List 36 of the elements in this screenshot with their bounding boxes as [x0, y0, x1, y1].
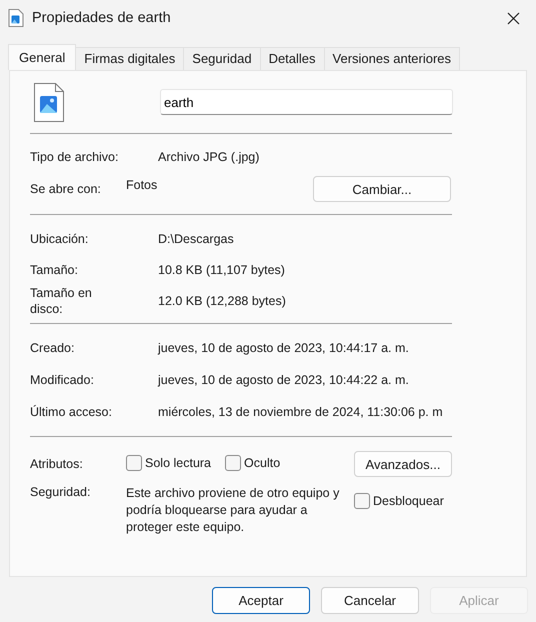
field-value: D:\Descargas [158, 232, 234, 246]
field-value: 12.0 KB (12,288 bytes) [158, 294, 286, 308]
dialog-button[interactable]: Aceptar [212, 587, 310, 614]
checkbox[interactable] [126, 454, 142, 470]
field-value: jueves, 10 de agosto de 2023, 10:44:17 a. m. [158, 341, 409, 355]
file-name-field[interactable]: earth [160, 89, 453, 115]
image-file-icon [34, 82, 64, 122]
field-label: Tamaño: [30, 262, 79, 278]
field-value: Fotos [126, 177, 158, 192]
advanced-button[interactable]: Avanzados... [354, 451, 452, 477]
checkbox[interactable] [225, 454, 242, 470]
tab[interactable]: General [8, 44, 76, 70]
window-title: Propiedades de earth [32, 10, 172, 26]
field-label: Último acceso: [30, 405, 113, 419]
checkbox[interactable] [354, 493, 370, 509]
field-label: Seguridad: [30, 485, 92, 499]
field-label: Creado: [30, 341, 76, 355]
field-label: Modificado: [30, 373, 95, 387]
checkbox-label[interactable]: Solo lectura [145, 456, 212, 470]
close-icon[interactable] [506, 12, 520, 24]
dialog-button[interactable]: Cancelar [321, 587, 419, 614]
field-value: Archivo JPG (.jpg) [158, 150, 260, 164]
field-label: Atributos: [30, 457, 84, 471]
field-label: Tamaño en disco: [30, 285, 93, 317]
tab[interactable]: Versiones anteriores [324, 47, 460, 70]
image-file-icon [8, 9, 24, 27]
security-message: Este archivo proviene de otro equipo y podría bloquearse para ayudar a proteger este equipo. [126, 485, 340, 536]
field-value: miércoles, 13 de noviembre de 2024, 11:30:06 p. m [158, 405, 443, 419]
change-button[interactable]: Cambiar... [313, 176, 451, 202]
checkbox-label[interactable]: Oculto [244, 456, 280, 470]
checkbox-label[interactable]: Desbloquear [373, 494, 444, 508]
field-label: Se abre con: [30, 182, 102, 196]
field-value: 10.8 KB (11,107 bytes) [158, 262, 285, 276]
field-value: jueves, 10 de agosto de 2023, 10:44:22 a. m. [158, 373, 409, 387]
field-label: Ubicación: [30, 230, 90, 246]
field-label: Tipo de archivo: [30, 150, 120, 164]
